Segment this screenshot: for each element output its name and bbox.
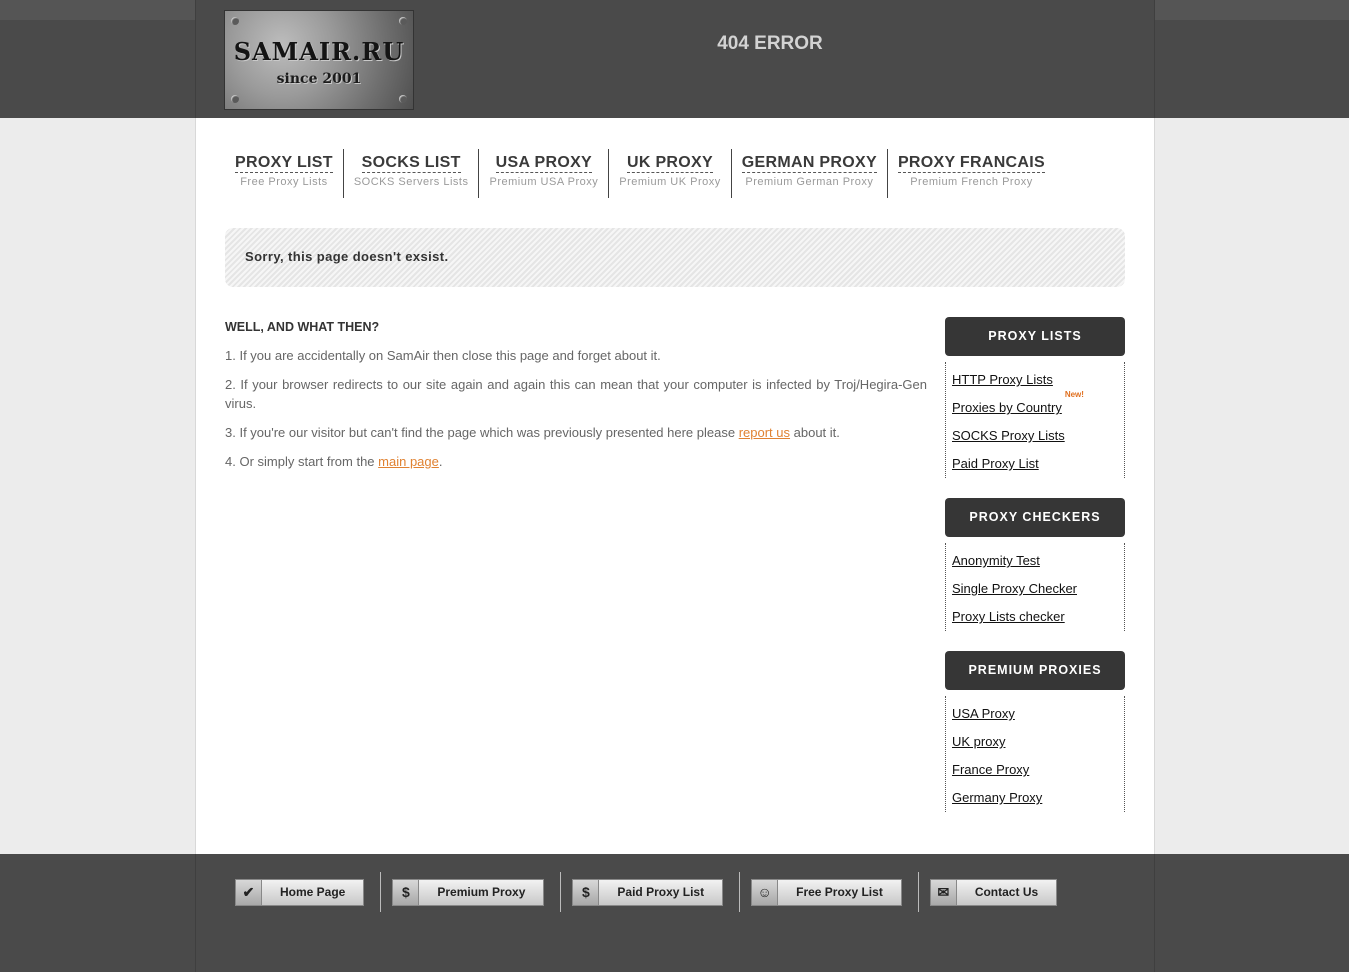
free-proxy-list-button[interactable]: ☺ Free Proxy List [751, 878, 902, 906]
button-label: Home Page [280, 884, 346, 899]
nav-item-german-proxy[interactable]: GERMAN PROXY Premium German Proxy [732, 149, 888, 198]
nav-item-subtitle: Premium UK Proxy [619, 176, 721, 188]
nav-item-proxy-list[interactable]: PROXY LIST Free Proxy Lists [225, 149, 344, 198]
top-nav: PROXY LIST Free Proxy Lists SOCKS LIST S… [225, 149, 1055, 198]
error-notice-text: Sorry, this page doesn't exsist. [245, 249, 449, 264]
sidebar-link-http-proxy-lists[interactable]: HTTP Proxy Lists [952, 366, 1124, 394]
main-page-link[interactable]: main page [378, 454, 439, 469]
sidebar-link-single-proxy-checker[interactable]: Single Proxy Checker [952, 575, 1124, 603]
nav-item-title[interactable]: UK PROXY [627, 153, 713, 173]
error-notice: Sorry, this page doesn't exsist. [225, 228, 1125, 287]
nav-item-title[interactable]: PROXY FRANCAIS [897, 153, 1045, 173]
nav-item-subtitle: Free Proxy Lists [240, 176, 328, 188]
logo-text: SAMAIR.RU [233, 37, 405, 66]
smiley-icon: ☺ [752, 879, 779, 905]
sidebar-link-uk-proxy[interactable]: UK proxy [952, 728, 1124, 756]
nav-item-title[interactable]: USA PROXY [495, 153, 593, 173]
button-label: Paid Proxy List [617, 884, 705, 899]
divider [560, 872, 562, 912]
nav-item-proxy-francais[interactable]: PROXY FRANCAIS Premium French Proxy [888, 149, 1055, 198]
button-label: Free Proxy List [796, 884, 883, 899]
paid-proxy-list-button[interactable]: $ Paid Proxy List [572, 878, 724, 906]
divider [739, 872, 741, 912]
content-paragraph: 4. Or simply start from the main page. [225, 452, 927, 471]
nav-item-title[interactable]: GERMAN PROXY [741, 153, 877, 173]
rivet-icon [231, 95, 239, 103]
sidebar-heading-proxy-checkers: PROXY CHECKERS [945, 498, 1125, 537]
content-paragraph: 3. If you're our visitor but can't find … [225, 423, 927, 442]
nav-item-subtitle: SOCKS Servers Lists [353, 176, 469, 188]
page-title: 404 ERROR [717, 33, 823, 54]
sidebar-list-proxy-checkers: Anonymity Test Single Proxy Checker Prox… [945, 543, 1125, 631]
content-paragraph: 1. If you are accidentally on SamAir the… [225, 348, 661, 363]
sidebar-link-paid-proxy-list[interactable]: Paid Proxy List [952, 450, 1124, 478]
header-band [0, 0, 1349, 118]
nav-item-socks-list[interactable]: SOCKS LIST SOCKS Servers Lists [344, 149, 480, 198]
site-logo[interactable]: SAMAIR.RU since 2001 [224, 10, 414, 110]
sidebar-link-anonymity-test[interactable]: Anonymity Test [952, 547, 1124, 575]
sidebar-link-france-proxy[interactable]: France Proxy [952, 756, 1124, 784]
sidebar-link-proxies-by-country[interactable]: Proxies by Country [952, 400, 1062, 415]
new-badge: New! [1064, 390, 1084, 399]
rivet-icon [399, 17, 407, 25]
rivet-icon [399, 95, 407, 103]
divider [380, 872, 382, 912]
nav-item-title[interactable]: SOCKS LIST [361, 153, 461, 173]
nav-item-subtitle: Premium French Proxy [910, 176, 1033, 188]
sidebar-list-premium-proxies: USA Proxy UK proxy France Proxy Germany … [945, 696, 1125, 812]
nav-item-uk-proxy[interactable]: UK PROXY Premium UK Proxy [609, 149, 732, 198]
footer-buttons: ✔ Home Page $ Premium Proxy $ Paid Proxy… [235, 872, 1058, 912]
sidebar-link-socks-proxy-lists[interactable]: SOCKS Proxy Lists [952, 422, 1124, 450]
content-text: 4. Or simply start from the [225, 454, 379, 469]
premium-proxy-button[interactable]: $ Premium Proxy [392, 878, 545, 906]
sidebar-heading-proxy-lists: PROXY LISTS [945, 317, 1125, 356]
content-text: about it. [790, 425, 840, 440]
content-text: 3. If you're our visitor but can't find … [225, 425, 739, 440]
logo-subtext: since 2001 [276, 71, 362, 87]
content-heading: WELL, AND WHAT THEN? [225, 320, 380, 334]
content-text: . [438, 454, 443, 469]
nav-item-title[interactable]: PROXY LIST [235, 153, 333, 173]
sidebar-link-usa-proxy[interactable]: USA Proxy [952, 700, 1124, 728]
main-content: WELL, AND WHAT THEN? 1. If you are accid… [225, 318, 927, 481]
dollar-icon: $ [573, 879, 600, 905]
button-label: Premium Proxy [437, 884, 526, 899]
content-paragraph: 2. If your browser redirects to our site… [225, 377, 927, 411]
nav-item-subtitle: Premium German Proxy [745, 176, 874, 188]
sidebar: PROXY LISTS HTTP Proxy Lists Proxies by … [945, 317, 1125, 832]
sidebar-heading-premium-proxies: PREMIUM PROXIES [945, 651, 1125, 690]
envelope-icon: ✉ [930, 879, 957, 905]
sidebar-link-row: Proxies by CountryNew! [952, 390, 1124, 422]
sidebar-list-proxy-lists: HTTP Proxy Lists Proxies by CountryNew! … [945, 362, 1125, 478]
sidebar-link-proxy-lists-checker[interactable]: Proxy Lists checker [952, 603, 1124, 631]
rivet-icon [231, 17, 239, 25]
report-us-link[interactable]: report us [739, 425, 790, 440]
home-page-button[interactable]: ✔ Home Page [235, 878, 365, 906]
check-icon: ✔ [236, 879, 262, 905]
sidebar-link-germany-proxy[interactable]: Germany Proxy [952, 784, 1124, 812]
divider [917, 872, 919, 912]
nav-item-usa-proxy[interactable]: USA PROXY Premium USA Proxy [479, 149, 610, 198]
contact-us-button[interactable]: ✉ Contact Us [929, 878, 1058, 906]
button-label: Contact Us [974, 884, 1039, 899]
dollar-icon: $ [393, 879, 420, 905]
nav-item-subtitle: Premium USA Proxy [489, 176, 599, 188]
